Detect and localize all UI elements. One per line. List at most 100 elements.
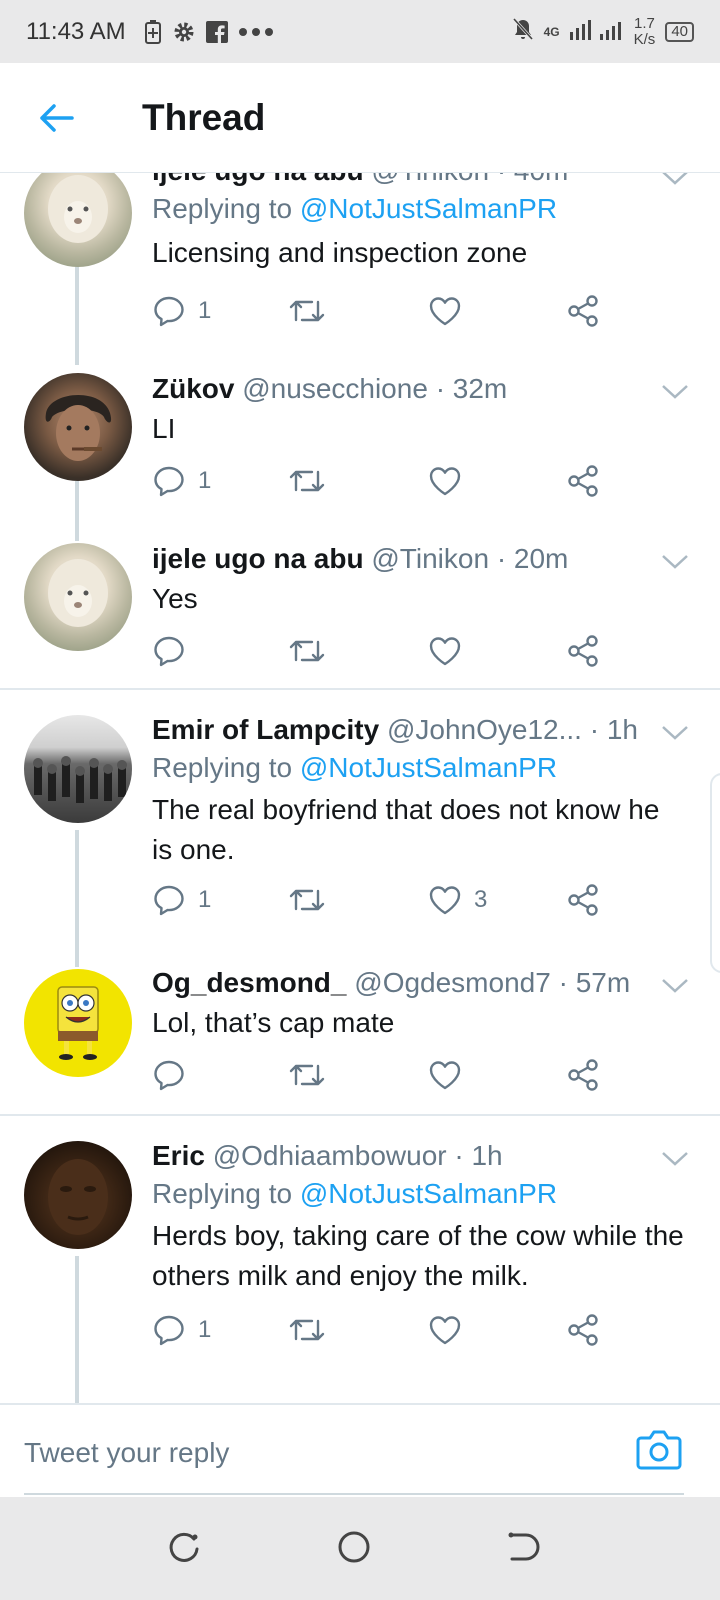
tweet-item[interactable]: Zükov @nusecchione · 32m LI 1 [0,343,720,513]
heart-icon [429,1316,461,1345]
user-name[interactable]: Zükov [152,373,234,404]
reply-input[interactable] [24,1423,584,1483]
chevron-down-icon[interactable] [660,381,690,401]
replying-to-link[interactable]: @NotJustSalmanPR [300,193,557,224]
tweet-actions [152,1055,622,1095]
reply-underline [24,1493,684,1495]
tweet-text: Herds boy, taking care of the cow while … [152,1220,684,1291]
avatar-white-lion[interactable] [24,173,132,267]
heart-icon [429,637,461,666]
recent-apps-button[interactable] [164,1527,204,1567]
tweet-actions: 1 [152,461,622,501]
user-name[interactable]: Eric [152,1140,205,1171]
avatar-spongebob[interactable] [24,969,132,1077]
reply-action[interactable]: 1 [152,1310,211,1350]
like-count: 3 [474,886,488,913]
user-name[interactable]: ijele ugo na abu [152,173,364,186]
avatar-dark-face[interactable] [24,1141,132,1249]
gear-icon [172,20,196,44]
like-action[interactable] [428,1310,474,1350]
share-action[interactable] [566,880,600,920]
reply-action[interactable]: 1 [152,880,211,920]
tweet-text: Lol, that’s cap mate [152,1007,395,1038]
share-action[interactable] [566,1055,600,1095]
reply-icon [154,1315,184,1346]
network-label: 4G [543,24,560,39]
share-action[interactable] [566,631,600,671]
replying-to-link[interactable]: @NotJustSalmanPR [300,752,557,783]
chevron-down-icon[interactable] [660,975,690,995]
status-time: 11:43 AM [26,17,126,45]
retweet-action[interactable] [288,631,338,671]
back-button[interactable] [26,88,86,148]
replying-to: Replying to @NotJustSalmanPR [152,748,684,788]
reply-count: 1 [198,467,212,494]
retweet-action[interactable] [288,461,338,501]
signal-icon [569,18,624,45]
chevron-down-icon[interactable] [660,551,690,571]
reply-composer [0,1403,720,1497]
user-handle: @Tinikon [371,173,489,186]
tweet-text: Yes [152,583,198,614]
share-icon [568,884,598,916]
thread-connector [75,830,79,943]
like-action[interactable]: 3 [428,880,487,920]
tweet-item[interactable]: ijele ugo na abu @Tinikon · 20m Yes [0,513,720,689]
chevron-down-icon[interactable] [660,722,690,742]
heart-icon [429,886,461,915]
reply-count: 1 [198,297,212,324]
tweet-item[interactable]: Emir of Lampcity @JohnOye12... · 1h Repl… [0,690,720,943]
user-name[interactable]: Og_desmond_ [152,967,346,998]
camera-button[interactable] [636,1427,682,1471]
retweet-icon [289,1064,325,1086]
scroll-handle[interactable] [710,773,720,973]
avatar-fists-crowd[interactable] [24,715,132,823]
like-action[interactable] [428,291,474,331]
recent-apps-icon [169,1532,199,1562]
user-handle: @Tinikon [371,543,490,574]
camera-icon [636,1430,682,1470]
reply-action[interactable] [152,1055,198,1095]
tweet-item[interactable]: Og_desmond_ @Ogdesmond7 · 57m Lol, that’… [0,943,720,1115]
replying-to: Replying to @NotJustSalmanPR [152,1174,684,1214]
tweet-time: · 1h [589,714,638,745]
user-name[interactable]: Emir of Lampcity [152,714,379,745]
thread-list[interactable]: ijele ugo na abu @Tinikon · 40m Replying… [0,173,720,1403]
reply-count: 1 [198,886,212,913]
back-nav-button[interactable] [504,1527,544,1567]
reply-action[interactable]: 1 [152,461,211,501]
replying-to-link[interactable]: @NotJustSalmanPR [300,1178,557,1209]
user-name[interactable]: ijele ugo na abu [152,543,364,574]
chevron-down-icon[interactable] [660,173,690,187]
retweet-action[interactable] [288,1055,338,1095]
system-nav-bar [0,1497,720,1600]
like-action[interactable] [428,631,474,671]
tweet-item[interactable]: ijele ugo na abu @Tinikon · 40m Replying… [0,173,720,365]
share-action[interactable] [566,461,600,501]
battery-indicator: 40 [665,21,694,42]
home-button[interactable] [334,1527,374,1567]
avatar-white-lion[interactable] [24,543,132,651]
tweet-time: · 20m [496,543,569,574]
chevron-down-icon[interactable] [660,1148,690,1168]
retweet-action[interactable] [288,880,338,920]
mute-icon [512,17,534,46]
retweet-action[interactable] [288,1310,338,1350]
retweet-icon [289,640,325,662]
share-action[interactable] [566,291,600,331]
thread-connector [75,513,79,541]
reply-action[interactable]: 1 [152,291,211,331]
share-icon [568,635,598,667]
facebook-icon [205,20,228,43]
tweet-item[interactable]: Eric @Odhiaambowuor · 1h Replying to @No… [0,1116,720,1403]
avatar-man-cigar[interactable] [24,373,132,481]
speed-value: 1.7 [634,14,655,32]
replying-label: Replying to [152,193,293,224]
reply-action[interactable] [152,631,198,671]
retweet-action[interactable] [288,291,338,331]
like-action[interactable] [428,461,474,501]
more-dots-icon [238,27,274,37]
share-action[interactable] [566,1310,600,1350]
tweet-text: Licensing and inspection zone [152,237,528,268]
like-action[interactable] [428,1055,474,1095]
